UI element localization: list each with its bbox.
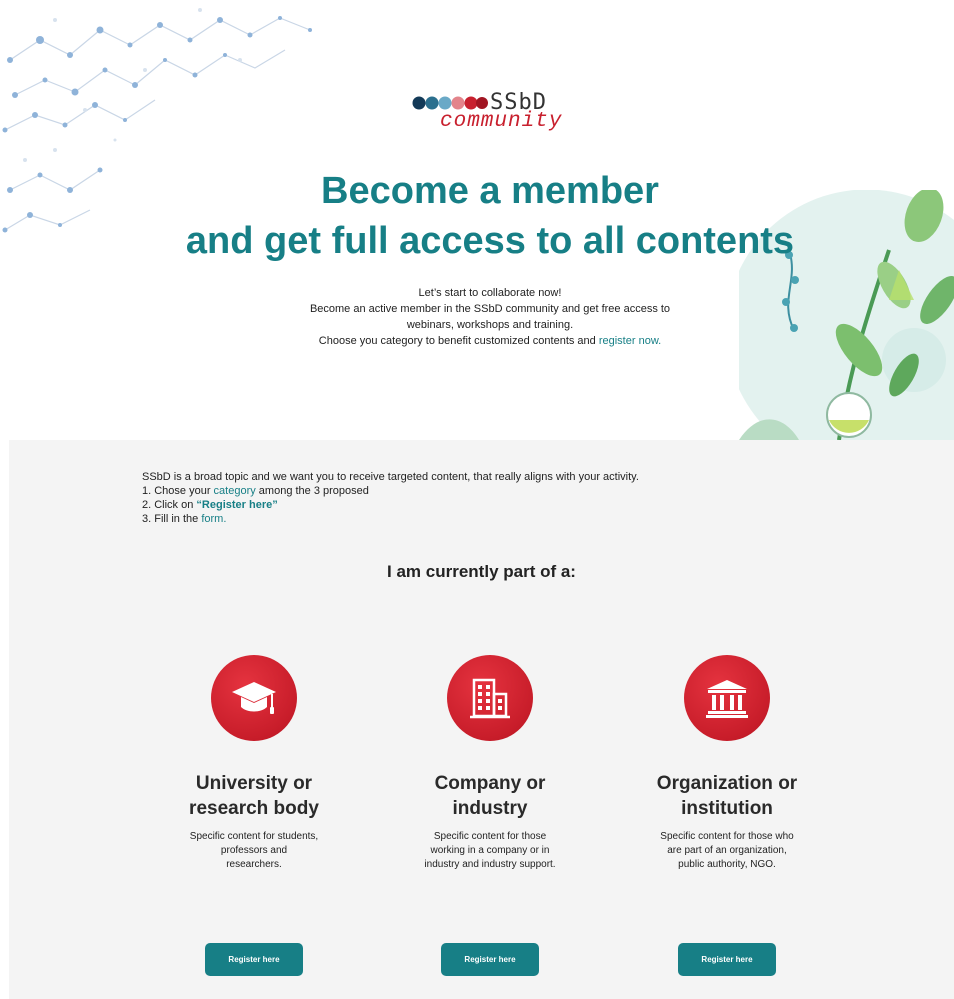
instruction-step-1: 1. Chose your category among the 3 propo… — [142, 484, 639, 498]
building-icon — [470, 678, 510, 719]
category-title-line-2: institution — [681, 798, 773, 819]
category-title: Organization or institution — [617, 771, 837, 821]
category-desc-line-2: are part of an organization, — [667, 845, 787, 856]
hero-title-line-1: Become a member — [321, 170, 659, 212]
category-desc-line-3: industry and industry support. — [424, 859, 556, 870]
category-title-line-2: industry — [452, 798, 528, 819]
step-3-text: 3. Fill in the — [142, 513, 202, 525]
hero-title: Become a member and get full access to a… — [0, 166, 954, 266]
category-desc-line-1: Specific content for students, — [189, 831, 319, 842]
category-title: University or research body — [144, 771, 364, 821]
section-title: I am currently part of a: — [387, 562, 576, 581]
register-here-quote: “Register here” — [196, 499, 278, 511]
ssbd-community-logo[interactable]: SSbD community — [412, 90, 582, 138]
register-organization-button[interactable]: Register here — [678, 943, 776, 976]
hero-intro-line-3: webinars, workshops and training. — [406, 319, 574, 331]
category-card-company: Company or industry Specific content for… — [380, 655, 600, 976]
logo-dots-icon — [412, 96, 488, 110]
category-icon-circle — [211, 655, 297, 741]
category-desc-line-3: researchers. — [226, 859, 282, 870]
category-desc-line-2: working in a company or in — [430, 845, 550, 856]
category-icon-circle — [684, 655, 770, 741]
register-now-link[interactable]: register now. — [599, 335, 661, 347]
hero-title-line-2: and get full access to all contents — [185, 220, 795, 262]
category-description: Specific content for those who are part … — [640, 830, 815, 872]
hero-intro-line-2: Become an active member in the SSbD comm… — [309, 303, 671, 315]
hero-section: SSbD community Become a member and get f… — [0, 0, 954, 440]
category-title-line-1: Company or — [434, 773, 546, 794]
form-link[interactable]: form. — [201, 513, 226, 525]
category-desc-line-2: professors and — [220, 845, 288, 856]
category-title-line-2: research body — [189, 798, 319, 819]
category-title-line-1: University or — [195, 773, 313, 794]
category-card-organization: Organization or institution Specific con… — [617, 655, 837, 976]
hero-intro-line-1: Let’s start to collaborate now! — [418, 287, 562, 299]
register-university-button[interactable]: Register here — [205, 943, 303, 976]
category-icon-circle — [447, 655, 533, 741]
categories-section: SSbD is a broad topic and we want you to… — [9, 440, 954, 999]
category-desc-line-1: Specific content for those who — [660, 831, 794, 842]
graduation-cap-icon — [232, 682, 276, 714]
step-2-text: 2. Click on — [142, 499, 197, 511]
step-1-suffix: among the 3 proposed — [255, 485, 369, 497]
institution-icon — [706, 680, 748, 718]
register-company-button[interactable]: Register here — [441, 943, 539, 976]
category-card-university: University or research body Specific con… — [144, 655, 364, 976]
category-description: Specific content for students, professor… — [167, 830, 342, 872]
category-title-line-1: Organization or — [656, 773, 798, 794]
category-link[interactable]: category — [214, 485, 256, 497]
instruction-step-3: 3. Fill in the form. — [142, 512, 639, 526]
hero-intro-line-4: Choose you category to benefit customize… — [0, 333, 954, 349]
category-title: Company or industry — [380, 771, 600, 821]
category-description: Specific content for those working in a … — [403, 830, 578, 872]
logo-community-text: community — [440, 110, 563, 133]
hero-intro: Let’s start to collaborate now! Become a… — [0, 285, 954, 349]
category-desc-line-1: Specific content for those — [433, 831, 547, 842]
instructions-intro: SSbD is a broad topic and we want you to… — [142, 471, 639, 483]
instruction-step-2: 2. Click on “Register here” — [142, 498, 639, 512]
step-1-text: 1. Chose your — [142, 485, 214, 497]
category-desc-line-3: public authority, NGO. — [678, 859, 776, 870]
hero-intro-line-4-text: Choose you category to benefit customize… — [318, 335, 599, 347]
instructions: SSbD is a broad topic and we want you to… — [142, 470, 639, 526]
